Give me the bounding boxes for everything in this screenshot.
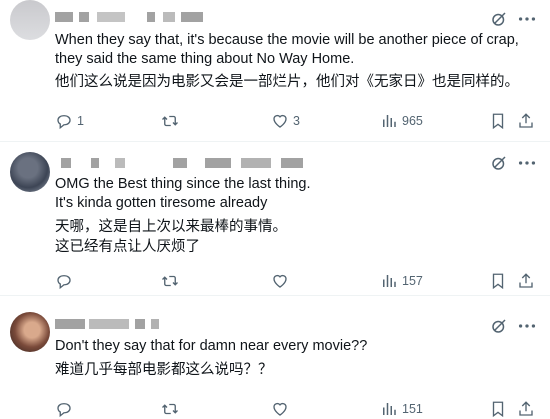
post-text: When they say that, it's because the mov… — [55, 32, 519, 67]
reply-button[interactable] — [55, 271, 77, 291]
grok-icon[interactable] — [490, 10, 508, 28]
avatar[interactable] — [10, 312, 50, 352]
repost-icon — [162, 115, 178, 127]
views-button[interactable]: 965 — [380, 111, 423, 131]
heart-icon — [273, 114, 287, 128]
grok-icon[interactable] — [490, 154, 508, 172]
author-name[interactable] — [55, 12, 205, 22]
heart-icon — [273, 402, 287, 416]
bookmark-icon — [492, 401, 504, 418]
repost-button[interactable] — [161, 399, 183, 419]
post-text: OMG the Best thing since the last thing.… — [55, 176, 311, 211]
like-button[interactable]: 3 — [271, 111, 300, 131]
repost-icon — [162, 403, 178, 415]
more-icon[interactable] — [516, 154, 538, 172]
heart-icon — [273, 274, 287, 288]
bookmark-button[interactable] — [489, 111, 507, 131]
views-button[interactable]: 157 — [380, 271, 423, 291]
more-icon[interactable] — [516, 10, 538, 28]
post-translation: 难道几乎每部电影都这么说吗？？ — [55, 362, 273, 378]
bookmark-icon — [492, 273, 504, 290]
reply-button[interactable] — [55, 399, 77, 419]
more-icon[interactable] — [516, 317, 538, 335]
action-bar: 157 — [55, 271, 540, 291]
share-icon — [519, 401, 533, 416]
bookmark-icon — [492, 113, 504, 130]
reply-count: 1 — [77, 114, 84, 128]
bookmark-button[interactable] — [489, 271, 507, 291]
views-icon — [383, 403, 396, 415]
author-name[interactable] — [55, 158, 305, 168]
repost-button[interactable] — [161, 271, 183, 291]
reply-icon — [57, 115, 71, 130]
reply-post[interactable]: Don't they say that for damn near every … — [0, 296, 550, 419]
post-translation: 天哪，这是自上次以来最棒的事情。 这已经有点让人厌烦了 — [55, 219, 287, 255]
action-bar: 151 — [55, 399, 540, 419]
views-count: 151 — [402, 402, 423, 416]
reply-post[interactable]: When they say that, it's because the mov… — [0, 0, 550, 142]
reply-feed: When they say that, it's because the mov… — [0, 0, 550, 419]
share-icon — [519, 273, 533, 288]
views-icon — [383, 275, 396, 287]
repost-icon — [162, 275, 178, 287]
action-bar: 1 3 965 — [55, 111, 540, 131]
views-count: 157 — [402, 274, 423, 288]
views-count: 965 — [402, 114, 423, 128]
author-name[interactable] — [55, 319, 165, 329]
post-translation: 他们这么说是因为电影又会是一部烂片，他们对《无家日》也是同样的。 — [55, 74, 519, 90]
reply-icon — [57, 275, 71, 290]
like-button[interactable] — [271, 271, 293, 291]
like-count: 3 — [293, 114, 300, 128]
share-icon — [519, 113, 533, 128]
bookmark-button[interactable] — [489, 399, 507, 419]
grok-icon[interactable] — [490, 317, 508, 335]
share-button[interactable] — [517, 271, 535, 291]
avatar[interactable] — [10, 152, 50, 192]
like-button[interactable] — [271, 399, 293, 419]
avatar[interactable] — [10, 0, 50, 40]
views-icon — [383, 115, 396, 127]
repost-button[interactable] — [161, 111, 183, 131]
share-button[interactable] — [517, 399, 535, 419]
views-button[interactable]: 151 — [380, 399, 423, 419]
reply-post[interactable]: OMG the Best thing since the last thing.… — [0, 142, 550, 296]
reply-icon — [57, 403, 71, 418]
reply-button[interactable]: 1 — [55, 111, 84, 131]
share-button[interactable] — [517, 111, 535, 131]
post-text: Don't they say that for damn near every … — [55, 338, 368, 354]
